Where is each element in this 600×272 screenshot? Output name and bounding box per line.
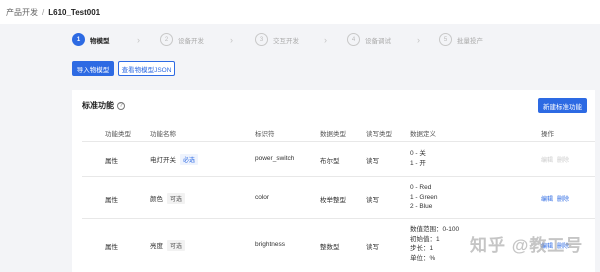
function-name: 亮度	[150, 243, 163, 250]
definition-line: 数值范围：0-100	[410, 226, 460, 233]
progress-steps: 1 物模型 › 2 设备开发 › 3 交互开发 › 4 设备调试 › 5 批量投…	[72, 33, 552, 47]
watermark: 知乎 @教工号	[470, 236, 584, 255]
definition-line: 初始值：1	[410, 235, 440, 243]
row3-name: 亮度 可选	[150, 240, 186, 251]
definition-line: 0 - Red	[410, 184, 432, 191]
header-function-type: 功能类型	[105, 131, 131, 138]
step-label: 设备开发	[178, 37, 204, 45]
header-data-definition: 数据定义	[410, 131, 436, 138]
row2-type: 属性	[105, 197, 118, 204]
row2-name: 颜色 可选	[150, 193, 186, 204]
step-label: 交互开发	[273, 37, 299, 45]
definition-line: 1 - Green	[410, 193, 438, 201]
step-2[interactable]: 2 设备开发	[160, 33, 204, 46]
optional-badge: 可选	[167, 240, 186, 251]
card-title-text: 标准功能	[82, 101, 114, 110]
row1-delete-button: 删除	[557, 158, 570, 164]
breadcrumb: 产品开发 / L610_Test001	[0, 0, 600, 24]
row2-rw: 读写	[366, 197, 379, 204]
step-label: 批量投产	[457, 37, 483, 45]
row2-edit-button[interactable]: 编辑	[541, 194, 553, 203]
row3-data-type: 整数型	[320, 244, 340, 251]
definition-line: 1 - 开	[410, 159, 426, 167]
step-3[interactable]: 3 交互开发	[255, 33, 299, 46]
optional-badge: 可选	[167, 193, 186, 204]
row3-definition: 数值范围：0-100 初始值：1 步长：1 单位：%	[410, 225, 459, 263]
step-number: 1	[72, 33, 85, 46]
step-number: 3	[255, 33, 268, 46]
step-1[interactable]: 1 物模型	[72, 33, 110, 46]
divider	[82, 218, 595, 219]
definition-line: 2 - Blue	[410, 203, 433, 210]
breadcrumb-separator: /	[42, 7, 45, 17]
step-number: 4	[347, 33, 360, 46]
header-rw-type: 读写类型	[366, 131, 392, 138]
row1-definition: 0 - 关 1 - 开	[410, 149, 426, 168]
row1-name: 电灯开关 必选	[150, 154, 199, 165]
card-title: 标准功能 ?	[82, 100, 125, 111]
step-5[interactable]: 5 批量投产	[439, 33, 483, 46]
row3-identifier: brightness	[255, 241, 285, 248]
row3-rw: 读写	[366, 244, 379, 251]
definition-line: 0 - 关	[410, 150, 426, 157]
row2-delete-button[interactable]: 删除	[557, 194, 569, 203]
new-standard-function-button[interactable]: 新建标准功能	[538, 98, 587, 113]
row1-data-type: 布尔型	[320, 158, 340, 165]
chevron-right-icon: ›	[137, 35, 140, 45]
function-name: 电灯开关	[150, 157, 176, 164]
row3-type: 属性	[105, 244, 118, 251]
chevron-right-icon: ›	[417, 35, 420, 45]
header-data-type: 数据类型	[320, 131, 346, 138]
definition-line: 步长：1	[410, 245, 434, 252]
view-model-json-button[interactable]: 查看物模型JSON	[118, 61, 175, 76]
header-actions: 操作	[541, 131, 554, 138]
import-model-button[interactable]: 导入物模型	[72, 61, 114, 76]
definition-line: 单位：%	[410, 254, 436, 262]
breadcrumb-parent[interactable]: 产品开发	[6, 7, 38, 18]
help-icon[interactable]: ?	[117, 101, 125, 110]
step-label: 物模型	[90, 37, 110, 45]
header-identifier: 标识符	[255, 131, 275, 138]
required-badge: 必选	[180, 154, 199, 165]
breadcrumb-current: L610_Test001	[48, 7, 101, 17]
row2-data-type: 枚举整型	[320, 197, 346, 204]
header-function-name: 功能名称	[150, 131, 176, 138]
function-name: 颜色	[150, 196, 163, 203]
step-number: 5	[439, 33, 452, 46]
row1-rw: 读写	[366, 158, 379, 165]
step-number: 2	[160, 33, 173, 46]
step-label: 设备调试	[365, 37, 391, 45]
divider	[82, 176, 595, 177]
step-4[interactable]: 4 设备调试	[347, 33, 391, 46]
row2-definition: 0 - Red 1 - Green 2 - Blue	[410, 183, 437, 212]
row1-identifier: power_switch	[255, 155, 295, 162]
row1-edit-button: 编辑	[541, 158, 554, 164]
chevron-right-icon: ›	[230, 35, 233, 45]
row1-type: 属性	[105, 158, 118, 165]
row2-identifier: color	[255, 194, 270, 201]
chevron-right-icon: ›	[324, 35, 327, 45]
divider	[82, 141, 595, 142]
